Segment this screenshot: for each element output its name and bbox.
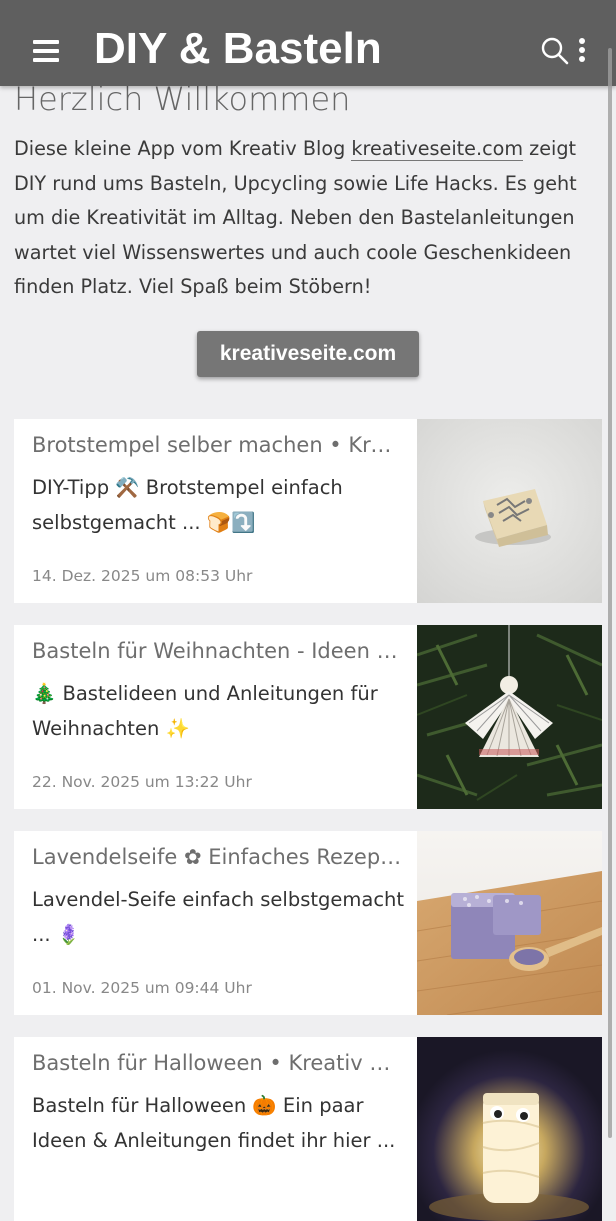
post-thumbnail (417, 1037, 602, 1221)
search-icon[interactable] (540, 36, 570, 66)
post-thumbnail (417, 419, 602, 603)
post-card[interactable]: Brotstempel selber machen • Krea... DIY-… (14, 419, 602, 603)
intro-text: Diese kleine App vom Kreativ Blog kreati… (14, 132, 602, 305)
post-thumbnail (417, 625, 602, 809)
app-title: DIY & Basteln (94, 24, 382, 73)
post-date: 14. Dez. 2025 um 08:53 Uhr (32, 567, 253, 585)
scrollbar[interactable] (608, 48, 612, 1138)
intro-blog-link[interactable]: kreativeseite.com (351, 137, 524, 161)
post-thumbnail (417, 831, 602, 1015)
post-title: Lavendelseife ✿ Einfaches Rezept... (32, 845, 402, 869)
app-bar: DIY & Basteln (0, 0, 616, 86)
post-card[interactable]: Basteln für Weihnachten - Ideen u... 🎄 B… (14, 625, 602, 809)
post-card[interactable]: Basteln für Halloween • Kreativ Bl... Ba… (14, 1037, 602, 1221)
post-description: Lavendel-Seife einfach selbstgemacht ...… (32, 888, 405, 946)
website-button[interactable]: kreativeseite.com (197, 331, 419, 377)
post-description: Basteln für Halloween 🎃 Ein paar Ideen &… (32, 1094, 396, 1152)
post-description: DIY-Tipp ⚒️ Brotstempel einfach selbstge… (32, 476, 343, 534)
intro-text-start: Diese kleine App vom Kreativ Blog (14, 137, 352, 160)
post-title: Basteln für Weihnachten - Ideen u... (32, 639, 402, 663)
post-card[interactable]: Lavendelseife ✿ Einfaches Rezept... Lave… (14, 831, 602, 1015)
intro-text-end: zeigt DIY rund ums Basteln, Upcycling so… (14, 137, 577, 298)
more-vertical-icon[interactable] (576, 38, 588, 66)
post-title: Basteln für Halloween • Kreativ Bl... (32, 1051, 402, 1075)
hamburger-menu-icon[interactable] (33, 40, 59, 62)
post-title: Brotstempel selber machen • Krea... (32, 433, 402, 457)
post-date: 22. Nov. 2025 um 13:22 Uhr (32, 773, 252, 791)
post-description: 🎄 Bastelideen und Anleitungen für Weihna… (32, 682, 378, 740)
post-date: 01. Nov. 2025 um 09:44 Uhr (32, 979, 252, 997)
